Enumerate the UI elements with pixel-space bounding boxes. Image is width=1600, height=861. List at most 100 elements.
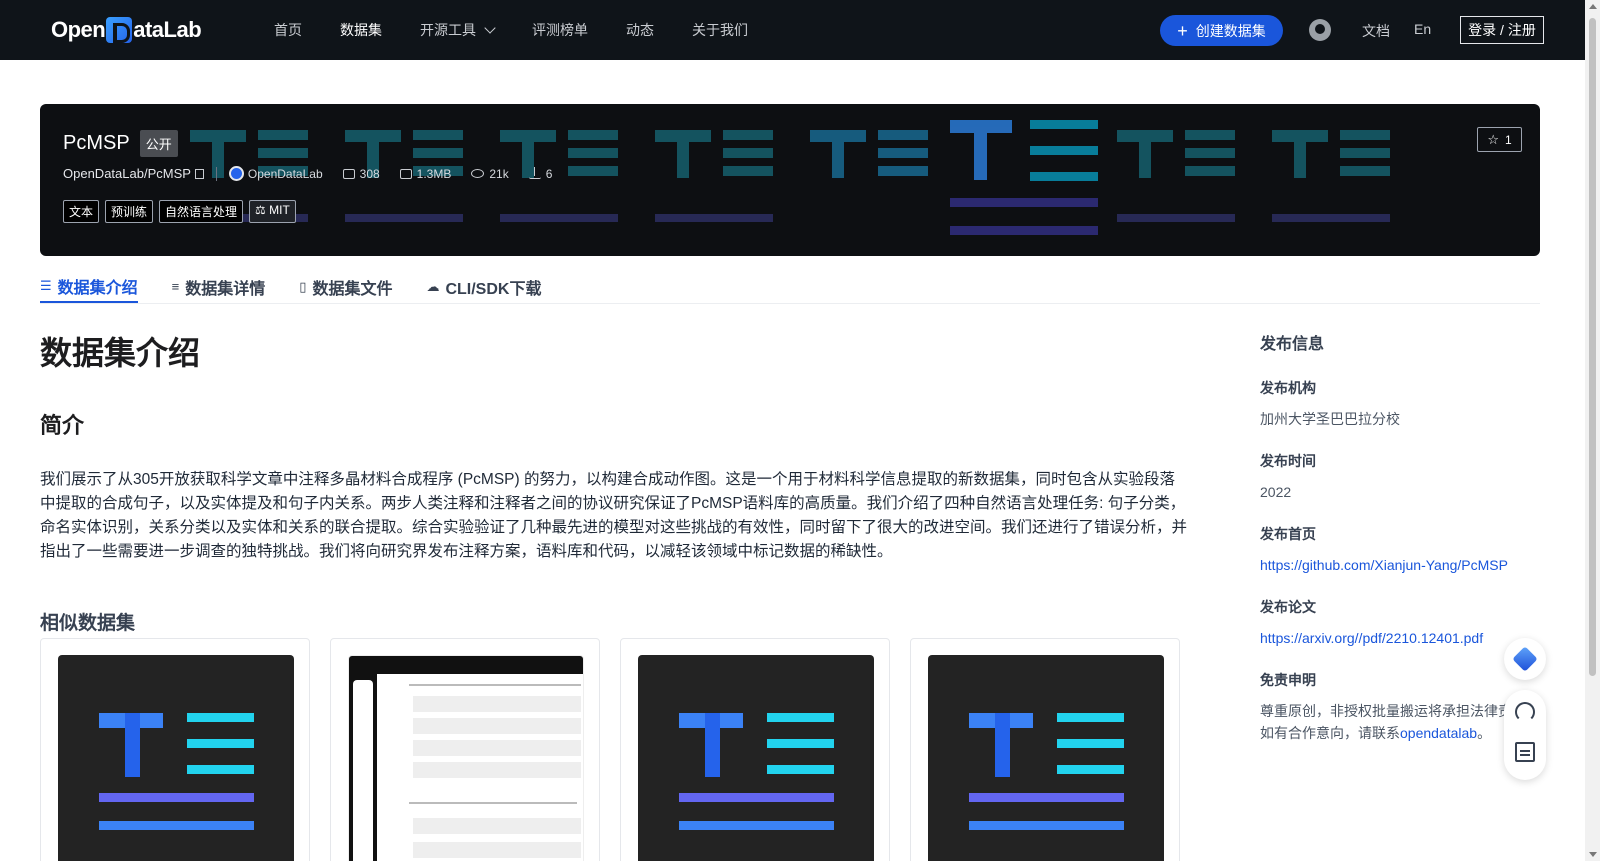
publisher-value: 加州大学圣巴巴拉分校 bbox=[1260, 411, 1400, 427]
nav-news[interactable]: 动态 bbox=[626, 20, 654, 40]
star-count: 1 bbox=[1504, 132, 1512, 147]
download-count-value: 6 bbox=[545, 166, 553, 181]
nav-home-label: 首页 bbox=[274, 22, 302, 38]
nav-home[interactable]: 首页 bbox=[274, 20, 302, 40]
github-icon[interactable] bbox=[1309, 19, 1331, 41]
create-dataset-button[interactable]: + 创建数据集 bbox=[1160, 15, 1283, 46]
tab-cli-sdk-label: CLI/SDK下载 bbox=[445, 280, 542, 298]
nav-news-label: 动态 bbox=[626, 22, 654, 38]
nav-datasets[interactable]: 数据集 bbox=[340, 20, 382, 40]
dataset-thumbnail bbox=[928, 655, 1164, 861]
homepage-link[interactable]: https://github.com/Xianjun-Yang/PcMSP bbox=[1260, 554, 1540, 576]
paper-link[interactable]: https://arxiv.org//pdf/2210.12401.pdf bbox=[1260, 627, 1540, 649]
disclaimer-suffix: 。 bbox=[1477, 725, 1492, 741]
similar-datasets-title: 相似数据集 bbox=[40, 613, 136, 634]
tab-cli-sdk[interactable]: ☁ CLI/SDK下载 bbox=[426, 262, 541, 303]
scroll-up-icon[interactable] bbox=[1589, 4, 1597, 9]
download-icon bbox=[528, 166, 541, 179]
dataset-thumbnail bbox=[348, 655, 584, 861]
tab-details[interactable]: ≡ 数据集详情 bbox=[172, 262, 266, 303]
copy-icon[interactable] bbox=[194, 168, 204, 179]
disclaimer-line: 尊重原创，非授权批量搬运将承担法律责 bbox=[1260, 703, 1512, 719]
dataset-banner: PcMSP 公开 OpenDataLab/PcMSP OpenDataLab 3… bbox=[40, 104, 1540, 256]
assistant-icon bbox=[1512, 646, 1538, 672]
create-dataset-label: 创建数据集 bbox=[1195, 22, 1266, 39]
meta-divider bbox=[215, 166, 217, 181]
dataset-org[interactable]: OpenDataLab bbox=[248, 167, 323, 181]
docs-link[interactable]: 文档 bbox=[1362, 21, 1390, 41]
org-avatar-icon bbox=[228, 166, 244, 181]
visibility-badge: 公开 bbox=[139, 130, 178, 157]
contact-link[interactable]: opendatalab bbox=[1400, 725, 1477, 741]
page-title: 数据集介绍 bbox=[40, 335, 201, 371]
top-navbar: Open ataLab 首页 数据集 开源工具 评测榜单 动态 关于我们 + 创建… bbox=[0, 0, 1585, 60]
similar-dataset-card[interactable] bbox=[330, 638, 600, 861]
assistant-button[interactable] bbox=[1504, 638, 1546, 680]
homepage-label: 发布首页 bbox=[1260, 526, 1316, 542]
section-title: 简介 bbox=[40, 413, 85, 438]
plus-icon: + bbox=[1177, 20, 1188, 41]
tab-intro[interactable]: ☰ 数据集介绍 bbox=[40, 262, 138, 303]
publish-time-label: 发布时间 bbox=[1260, 453, 1316, 469]
dataset-name: PcMSP bbox=[63, 132, 130, 154]
dataset-thumbnail bbox=[58, 655, 294, 861]
dataset-meta: OpenDataLab/PcMSP OpenDataLab 308 1.3MB … bbox=[63, 166, 552, 181]
tab-details-label: 数据集详情 bbox=[185, 280, 266, 298]
tab-files-label: 数据集文件 bbox=[312, 280, 393, 298]
storage-icon bbox=[399, 168, 412, 179]
nav-leaderboard[interactable]: 评测榜单 bbox=[532, 20, 588, 40]
main-content: 数据集介绍 简介 我们展示了从305开放获取科学文章中注释多晶材料合成程序 (P… bbox=[40, 320, 1190, 635]
language-switch[interactable]: En bbox=[1414, 21, 1431, 37]
tag-text[interactable]: 文本 bbox=[63, 200, 100, 223]
page-scrollbar[interactable] bbox=[1585, 0, 1600, 861]
dataset-size: 1.3MB bbox=[399, 166, 452, 181]
similar-dataset-card[interactable] bbox=[40, 638, 310, 861]
headset-icon[interactable] bbox=[1515, 702, 1535, 722]
disclaimer-text: 尊重原创，非授权批量搬运将承担法律责 如有合作意向，请联系opendatalab… bbox=[1260, 700, 1540, 744]
star-button[interactable]: ☆ 1 bbox=[1477, 127, 1522, 152]
tag-pretraining[interactable]: 预训练 bbox=[105, 200, 154, 223]
eye-icon bbox=[471, 169, 485, 178]
paper-label: 发布论文 bbox=[1260, 599, 1316, 615]
dataset-tabs: ☰ 数据集介绍 ≡ 数据集详情 ▯ 数据集文件 ☁ CLI/SDK下载 bbox=[40, 262, 1540, 304]
license-label: MIT bbox=[269, 203, 290, 217]
dataset-description: 我们展示了从305开放获取科学文章中注释多晶材料合成程序 (PcMSP) 的努力… bbox=[40, 471, 1188, 560]
opendatalab-logo[interactable]: Open ataLab bbox=[51, 14, 202, 46]
dataset-thumbnail bbox=[638, 655, 874, 861]
scroll-thumb[interactable] bbox=[1589, 18, 1596, 676]
dataset-size-value: 1.3MB bbox=[416, 166, 452, 181]
tab-files[interactable]: ▯ 数据集文件 bbox=[299, 262, 392, 303]
nav-datasets-label: 数据集 bbox=[340, 22, 382, 38]
disclaimer-label: 免责申明 bbox=[1260, 672, 1316, 688]
dataset-title: PcMSP 公开 bbox=[63, 130, 178, 157]
disclaimer-prefix: 如有合作意向，请联系 bbox=[1260, 725, 1400, 741]
file-count: 308 bbox=[342, 167, 380, 181]
nav-links: 首页 数据集 开源工具 评测榜单 动态 关于我们 bbox=[274, 0, 786, 60]
tab-intro-label: 数据集介绍 bbox=[57, 279, 138, 297]
license-tag[interactable]: ⚖ MIT bbox=[249, 200, 296, 223]
nav-tools[interactable]: 开源工具 bbox=[420, 20, 496, 40]
publish-time-value: 2022 bbox=[1260, 484, 1292, 500]
nav-about[interactable]: 关于我们 bbox=[692, 20, 748, 40]
nav-about-label: 关于我们 bbox=[692, 22, 748, 38]
feedback-icon[interactable] bbox=[1515, 742, 1535, 762]
database-icon: ☰ bbox=[40, 277, 52, 293]
publisher-label: 发布机构 bbox=[1260, 380, 1316, 396]
tag-nlp[interactable]: 自然语言处理 bbox=[159, 200, 244, 223]
nav-leaderboard-label: 评测榜单 bbox=[532, 22, 588, 38]
similar-dataset-card[interactable] bbox=[910, 638, 1180, 861]
file-icon: ▯ bbox=[299, 278, 307, 294]
dataset-path: OpenDataLab/PcMSP bbox=[63, 166, 191, 181]
scroll-down-icon[interactable] bbox=[1589, 852, 1597, 857]
dataset-tags: 文本 预训练 自然语言处理 ⚖ MIT bbox=[63, 200, 296, 223]
similar-dataset-card[interactable] bbox=[620, 638, 890, 861]
download-count: 6 bbox=[528, 166, 553, 181]
floating-actions bbox=[1504, 690, 1546, 780]
star-icon: ☆ bbox=[1487, 131, 1499, 147]
cloud-icon: ☁ bbox=[426, 278, 440, 294]
list-icon: ≡ bbox=[171, 279, 180, 294]
view-count-value: 21k bbox=[489, 166, 509, 181]
login-register-button[interactable]: 登录 / 注册 bbox=[1460, 16, 1544, 44]
disclaimer-contact: 如有合作意向，请联系opendatalab。 bbox=[1260, 722, 1540, 744]
view-count: 21k bbox=[471, 166, 509, 181]
